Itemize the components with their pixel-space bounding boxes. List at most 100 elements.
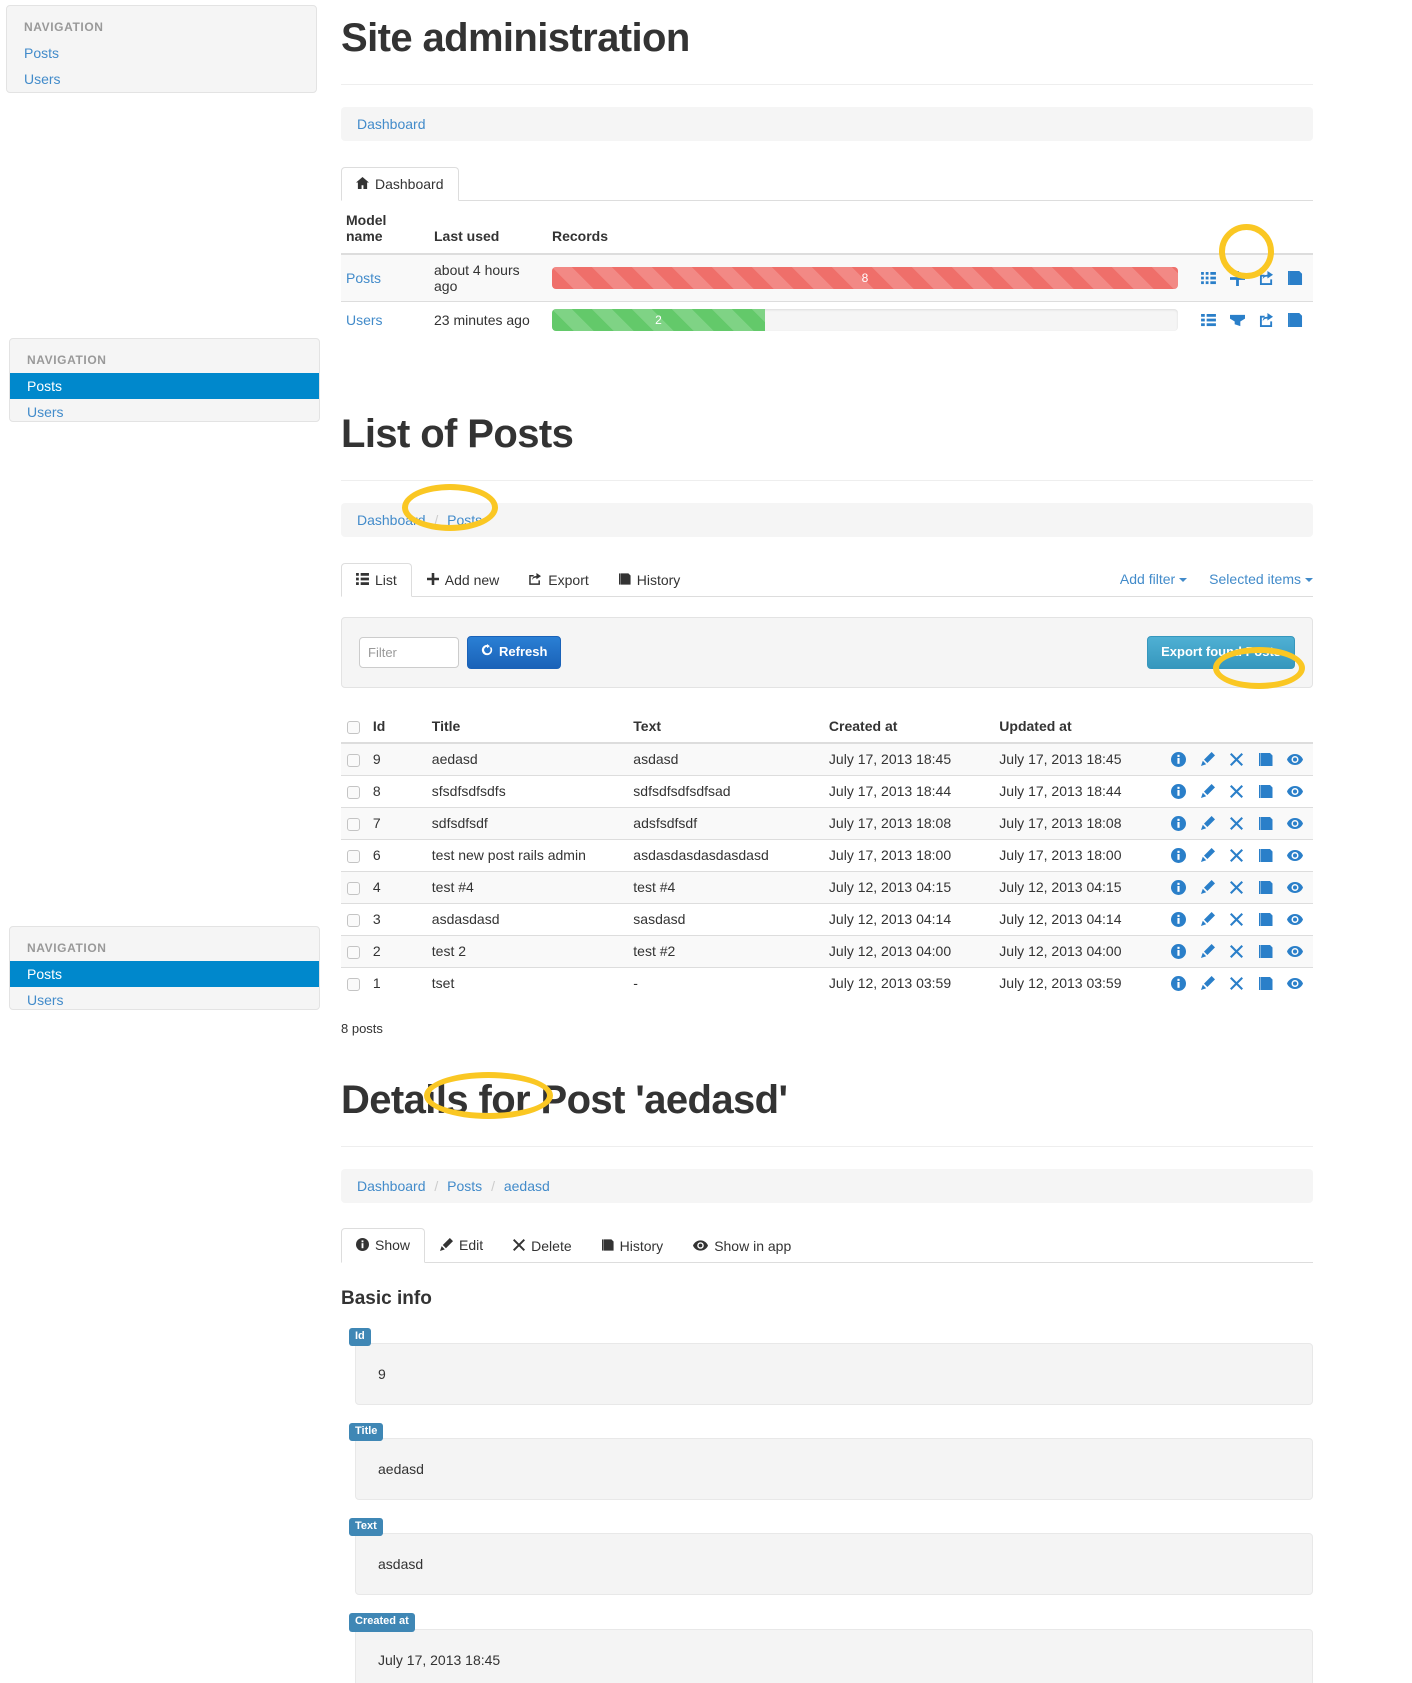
breadcrumb-item-dashboard[interactable]: Dashboard [357, 1178, 426, 1194]
chevron-down-icon [1305, 578, 1313, 583]
show-in-app-icon[interactable] [1286, 751, 1303, 768]
page-title: Site administration [341, 16, 690, 60]
sidebar-item-posts[interactable]: Posts [10, 373, 319, 399]
tab-dashboard[interactable]: Dashboard [341, 167, 459, 201]
delete-icon[interactable] [1228, 815, 1245, 832]
edit-icon[interactable] [1199, 879, 1216, 896]
tab-delete[interactable]: Delete [498, 1229, 586, 1263]
last-used-cell: 23 minutes ago [429, 301, 547, 338]
history-icon[interactable] [1257, 943, 1274, 960]
info-icon[interactable] [1170, 943, 1187, 960]
breadcrumb: Dashboard [341, 107, 1313, 141]
breadcrumb-item-posts[interactable]: Posts [447, 512, 482, 528]
info-icon[interactable] [1170, 751, 1187, 768]
delete-icon[interactable] [1228, 847, 1245, 864]
edit-icon[interactable] [1199, 975, 1216, 992]
add-icon[interactable] [1229, 270, 1246, 287]
history-icon[interactable] [1257, 975, 1274, 992]
show-in-app-icon[interactable] [1286, 911, 1303, 928]
row-checkbox[interactable] [347, 786, 360, 800]
edit-icon[interactable] [1199, 815, 1216, 832]
export-icon[interactable] [1258, 270, 1275, 287]
tab-history[interactable]: History [587, 1229, 679, 1263]
row-checkbox[interactable] [347, 914, 360, 928]
export-icon[interactable] [1258, 312, 1275, 329]
history-icon[interactable] [1257, 911, 1274, 928]
sidebar-item-users[interactable]: Users [7, 66, 316, 92]
row-checkbox[interactable] [347, 818, 360, 832]
breadcrumb-item-dashboard[interactable]: Dashboard [357, 512, 426, 528]
history-icon[interactable] [1287, 270, 1304, 287]
row-checkbox[interactable] [347, 850, 360, 864]
edit-icon[interactable] [1199, 847, 1216, 864]
tab-list[interactable]: List [341, 563, 412, 597]
cell-text: asdasdasdasdasdasd [627, 838, 823, 872]
sidebar-item-posts[interactable]: Posts [10, 961, 319, 987]
sidebar-item-posts[interactable]: Posts [7, 40, 316, 66]
show-in-app-icon[interactable] [1286, 943, 1303, 960]
tab-edit[interactable]: Edit [425, 1228, 498, 1263]
edit-icon[interactable] [1199, 911, 1216, 928]
show-in-app-icon[interactable] [1286, 975, 1303, 992]
info-icon[interactable] [1170, 975, 1187, 992]
field-value: July 17, 2013 18:45 [355, 1628, 1313, 1683]
history-icon[interactable] [1257, 847, 1274, 864]
breadcrumb-item-record[interactable]: aedasd [504, 1178, 550, 1194]
show-in-app-icon[interactable] [1286, 847, 1303, 864]
breadcrumb-item-dashboard[interactable]: Dashboard [357, 116, 426, 132]
progress-bar-users: 2 [552, 309, 765, 331]
field-block: Title aedasd [341, 1421, 1313, 1501]
model-name-cell: Posts [341, 253, 429, 302]
show-in-app-icon[interactable] [1286, 879, 1303, 896]
breadcrumb-item-posts[interactable]: Posts [447, 1178, 482, 1194]
cell-id: 6 [366, 838, 426, 872]
model-link-posts[interactable]: Posts [346, 270, 381, 286]
info-icon[interactable] [1170, 879, 1187, 896]
delete-icon[interactable] [1228, 879, 1245, 896]
history-icon[interactable] [1257, 879, 1274, 896]
show-in-app-icon[interactable] [1286, 815, 1303, 832]
tab-label: Dashboard [375, 176, 444, 192]
tab-show[interactable]: Show [341, 1227, 426, 1263]
sidebar-item-users[interactable]: Users [10, 399, 319, 421]
add-icon[interactable] [1229, 312, 1246, 329]
delete-icon[interactable] [1228, 911, 1245, 928]
cell-updated-at: July 12, 2013 04:15 [993, 870, 1164, 904]
list-icon[interactable] [1200, 312, 1217, 329]
row-checkbox[interactable] [347, 754, 360, 768]
edit-icon[interactable] [1199, 783, 1216, 800]
tab-history[interactable]: History [604, 563, 696, 597]
sidebar-item-users[interactable]: Users [10, 987, 319, 1009]
info-icon[interactable] [1170, 911, 1187, 928]
delete-icon[interactable] [1228, 783, 1245, 800]
tab-export[interactable]: Export [514, 563, 603, 597]
history-icon[interactable] [1257, 783, 1274, 800]
search-input[interactable] [359, 636, 459, 668]
history-icon[interactable] [1257, 751, 1274, 768]
delete-icon[interactable] [1228, 751, 1245, 768]
selected-items-dropdown[interactable]: Selected items [1209, 571, 1313, 587]
row-checkbox[interactable] [347, 946, 360, 960]
list-icon[interactable] [1200, 270, 1217, 287]
history-icon[interactable] [1287, 312, 1304, 329]
select-all-checkbox[interactable] [347, 720, 360, 734]
edit-icon[interactable] [1199, 751, 1216, 768]
row-checkbox[interactable] [347, 882, 360, 896]
cell-title: test 2 [425, 934, 628, 968]
delete-icon[interactable] [1228, 975, 1245, 992]
delete-icon[interactable] [1228, 943, 1245, 960]
records-cell: 2 [547, 301, 1183, 338]
model-link-users[interactable]: Users [346, 312, 383, 328]
export-found-posts-button[interactable]: Export found Posts [1147, 636, 1295, 669]
refresh-button[interactable]: Refresh [467, 636, 562, 669]
info-icon[interactable] [1170, 783, 1187, 800]
tab-show-in-app[interactable]: Show in app [678, 1229, 806, 1263]
tab-add-new[interactable]: Add new [412, 563, 514, 597]
add-filter-dropdown[interactable]: Add filter [1120, 571, 1188, 587]
show-in-app-icon[interactable] [1286, 783, 1303, 800]
row-checkbox[interactable] [347, 978, 360, 992]
info-icon[interactable] [1170, 815, 1187, 832]
history-icon[interactable] [1257, 815, 1274, 832]
info-icon[interactable] [1170, 847, 1187, 864]
edit-icon[interactable] [1199, 943, 1216, 960]
